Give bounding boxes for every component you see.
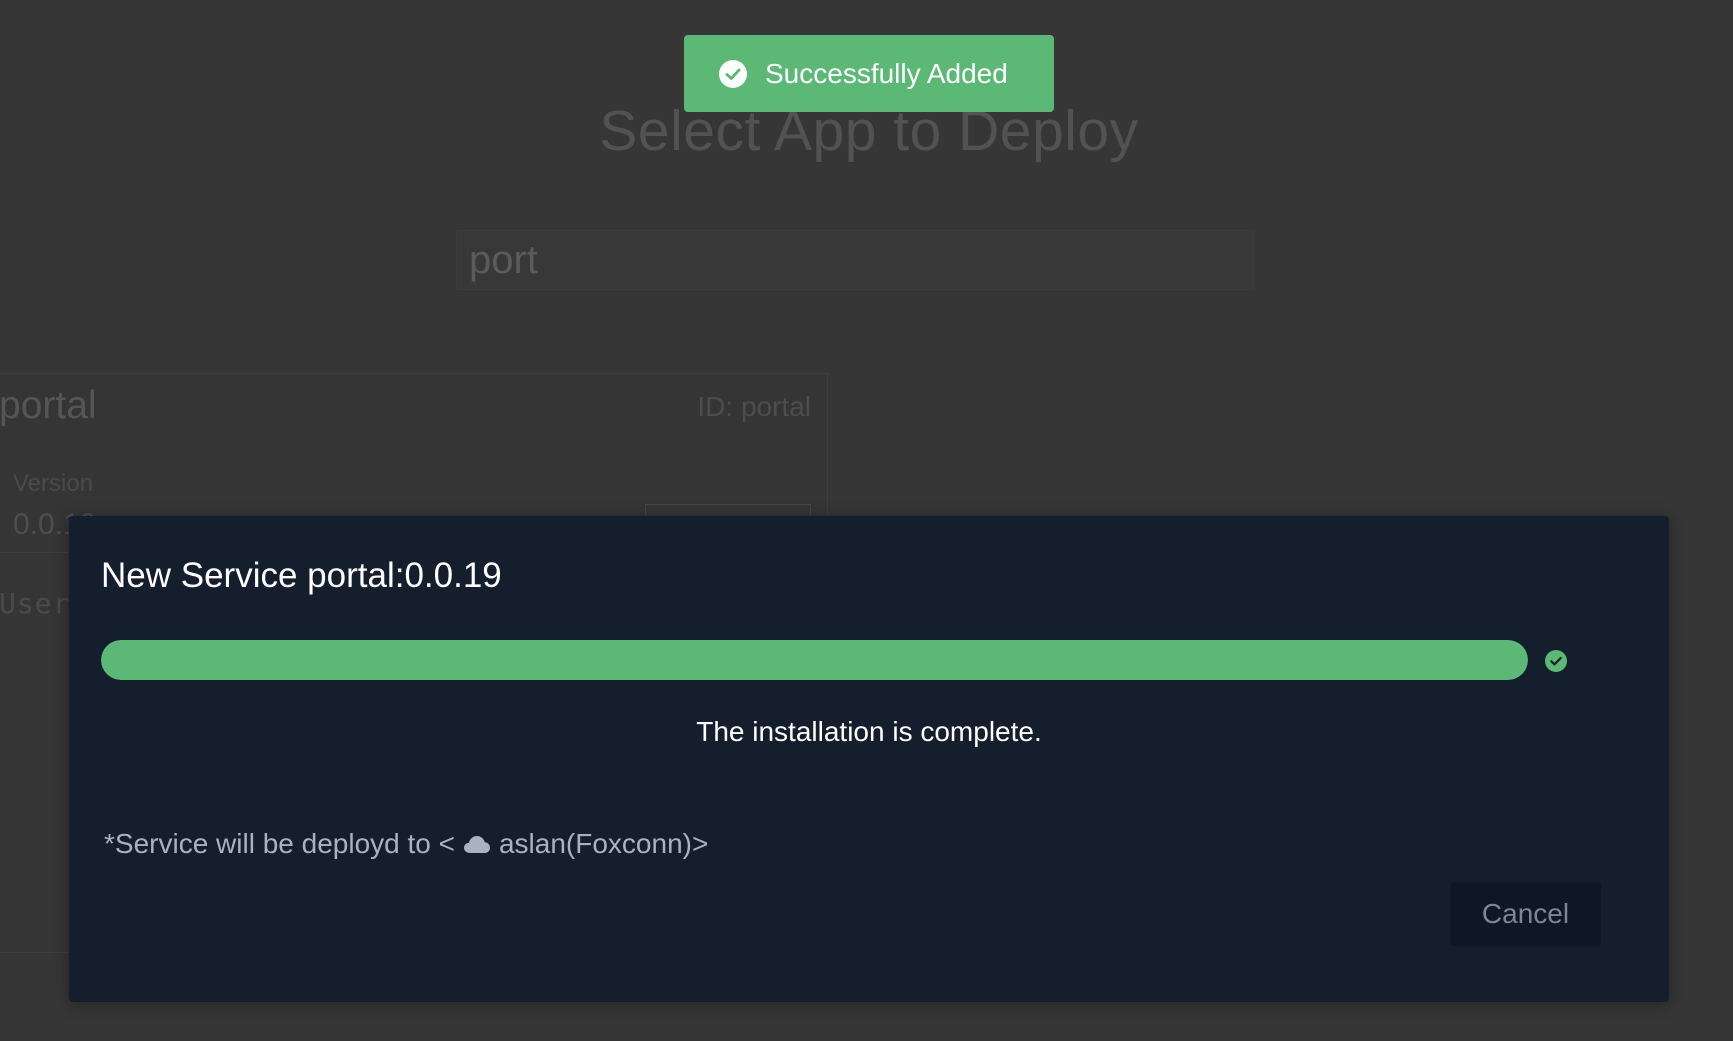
app-card-id: ID: portal xyxy=(697,391,811,422)
progress-bar xyxy=(101,640,1528,680)
user-label: User xyxy=(0,587,71,620)
search-input[interactable]: port xyxy=(456,230,1254,290)
version-label: Version xyxy=(13,470,94,497)
check-circle-icon xyxy=(719,59,747,88)
app-card-name: portal xyxy=(0,384,97,427)
deploy-note-prefix: *Service will be deployd to < xyxy=(104,828,455,859)
progress-fill xyxy=(101,640,1528,680)
deploy-target: aslan(Foxconn)> xyxy=(498,828,709,859)
cloud-icon xyxy=(463,834,491,854)
cancel-button[interactable]: Cancel xyxy=(1450,882,1601,946)
success-toast: Successfully Added xyxy=(684,35,1054,112)
new-service-modal: New Service portal:0.0.19 The installati… xyxy=(69,516,1669,1002)
check-circle-icon xyxy=(1545,650,1567,672)
page: Select App to Deploy port portal ID: por… xyxy=(0,0,1733,1041)
toast-message: Successfully Added xyxy=(765,57,1008,89)
status-message: The installation is complete. xyxy=(696,716,1042,747)
deploy-note: *Service will be deployd to < aslan(Foxc… xyxy=(104,828,708,860)
modal-title: New Service portal:0.0.19 xyxy=(101,556,502,595)
